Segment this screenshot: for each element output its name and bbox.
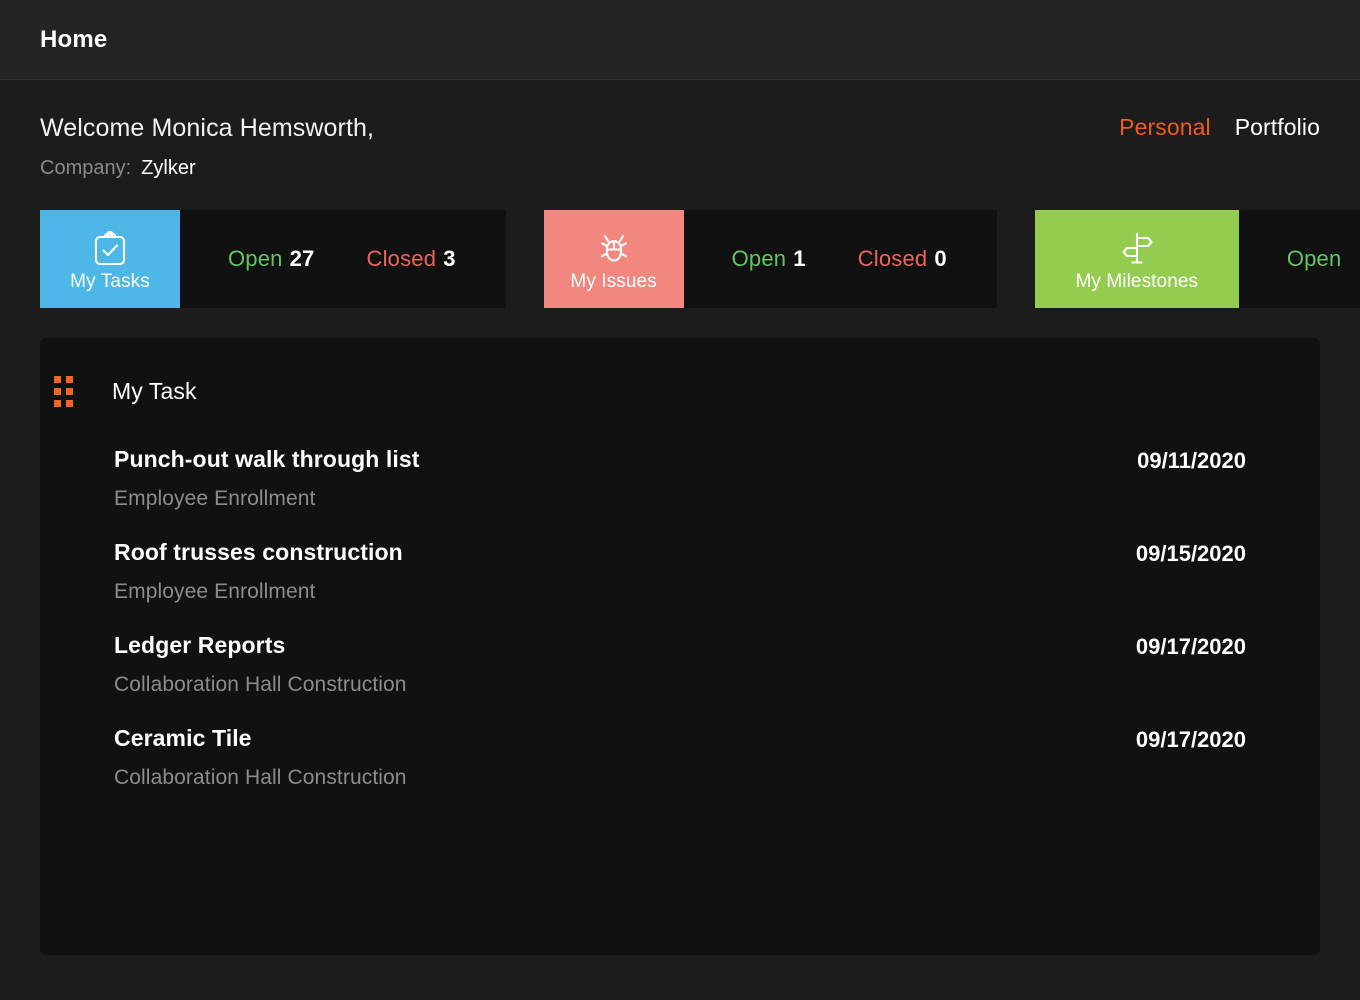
open-value: 1	[793, 246, 805, 271]
open-label: Open	[732, 246, 787, 271]
open-label: Open	[228, 246, 283, 271]
company-value: Zylker	[141, 157, 195, 180]
task-row-main: Roof trusses construction Employee Enrol…	[114, 539, 403, 604]
stat-tile-my-issues[interactable]: My Issues	[544, 210, 684, 308]
stat-tile-label: My Issues	[570, 271, 656, 293]
company-row: Company: Zylker	[40, 157, 1320, 180]
task-date: 09/17/2020	[1136, 725, 1246, 753]
task-title[interactable]: Punch-out walk through list	[114, 446, 420, 473]
stat-counts-my-tasks: Open 27 Closed3	[180, 210, 506, 308]
scope-switch: Personal Portfolio	[1119, 114, 1320, 141]
my-task-panel: My Task Punch-out walk through list Empl…	[40, 338, 1320, 955]
page-title: Home	[40, 26, 107, 54]
task-list: Punch-out walk through list Employee Enr…	[74, 432, 1286, 804]
bug-icon	[596, 229, 632, 269]
stat-tile-label: My Tasks	[70, 271, 150, 293]
task-date: 09/11/2020	[1137, 446, 1246, 474]
stat-tile-label: My Milestones	[1075, 271, 1198, 293]
panel-header: My Task	[74, 368, 1286, 414]
open-label: Open	[1287, 246, 1342, 271]
task-date: 09/15/2020	[1136, 539, 1246, 567]
task-project: Employee Enrollment	[114, 487, 420, 511]
stat-cards-strip: My Tasks Open27 Closed3	[0, 210, 1360, 308]
welcome-area: Welcome Monica Hemsworth, Company: Zylke…	[0, 80, 1360, 180]
task-date: 09/17/2020	[1136, 632, 1246, 660]
task-row[interactable]: Ledger Reports Collaboration Hall Constr…	[74, 618, 1286, 711]
task-project: Employee Enrollment	[114, 580, 403, 604]
closed-label: Closed	[367, 246, 437, 271]
open-count-group: Open	[1287, 246, 1349, 272]
closed-count-group: Closed3	[367, 246, 456, 272]
panel-title: My Task	[112, 378, 197, 405]
company-label: Company:	[40, 157, 131, 180]
stat-counts-my-milestones: Open	[1239, 210, 1360, 308]
closed-value: 3	[443, 246, 455, 271]
task-row-main: Ledger Reports Collaboration Hall Constr…	[114, 632, 407, 697]
stat-tile-my-tasks[interactable]: My Tasks	[40, 210, 180, 308]
stat-counts-my-issues: Open1 Closed0	[684, 210, 997, 308]
closed-value: 0	[934, 246, 946, 271]
task-row-main: Punch-out walk through list Employee Enr…	[114, 446, 420, 511]
task-project: Collaboration Hall Construction	[114, 766, 407, 790]
clipboard-check-icon	[93, 229, 127, 269]
closed-label: Closed	[858, 246, 928, 271]
open-value: 27	[290, 246, 315, 271]
scope-tab-personal[interactable]: Personal	[1119, 114, 1211, 141]
stat-tile-my-milestones[interactable]: My Milestones	[1035, 210, 1239, 308]
closed-count-group: Closed0	[858, 246, 947, 272]
task-title[interactable]: Roof trusses construction	[114, 539, 403, 566]
task-project: Collaboration Hall Construction	[114, 673, 407, 697]
top-bar: Home	[0, 0, 1360, 80]
stat-card-my-issues[interactable]: My Issues Open1 Closed0	[544, 210, 997, 308]
task-row-main: Ceramic Tile Collaboration Hall Construc…	[114, 725, 407, 790]
stat-card-my-milestones[interactable]: My Milestones Open	[1035, 210, 1360, 308]
scope-tab-portfolio[interactable]: Portfolio	[1235, 114, 1320, 141]
task-title[interactable]: Ledger Reports	[114, 632, 407, 659]
task-row[interactable]: Ceramic Tile Collaboration Hall Construc…	[74, 711, 1286, 804]
task-title[interactable]: Ceramic Tile	[114, 725, 407, 752]
signpost-icon	[1120, 229, 1154, 269]
task-row[interactable]: Punch-out walk through list Employee Enr…	[74, 432, 1286, 525]
drag-handle-dots-icon[interactable]	[54, 376, 73, 407]
task-row[interactable]: Roof trusses construction Employee Enrol…	[74, 525, 1286, 618]
stat-card-my-tasks[interactable]: My Tasks Open 27 Closed3	[40, 210, 506, 308]
open-count-group: Open1	[732, 246, 806, 272]
open-count-group: Open 27	[228, 246, 315, 272]
